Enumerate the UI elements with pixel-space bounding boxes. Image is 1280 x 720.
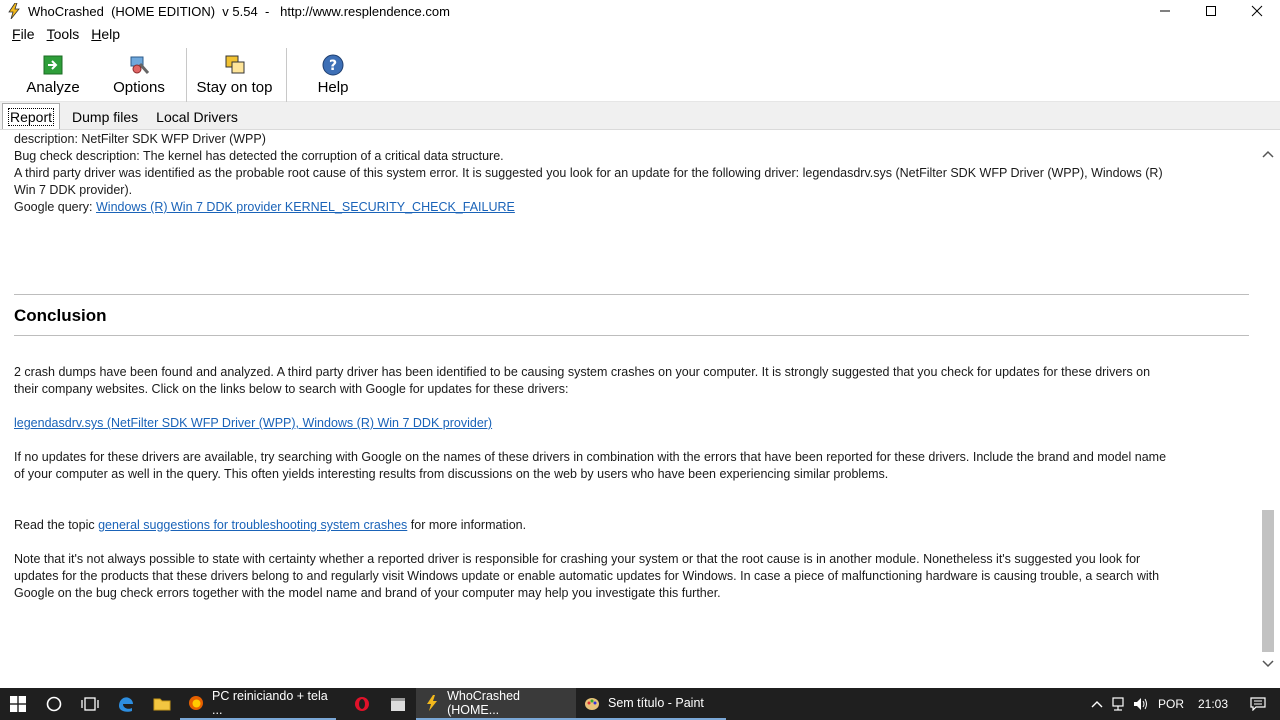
conclusion-paragraph-2: If no updates for these drivers are avai…	[14, 450, 1167, 464]
driver-search-link[interactable]: legendasdrv.sys (NetFilter SDK WFP Drive…	[14, 416, 492, 430]
tab-strip: Report Dump files Local Drivers	[0, 102, 1280, 130]
conclusion-heading: Conclusion	[14, 306, 107, 325]
title-bar[interactable]: WhoCrashed (HOME EDITION) v 5.54 - http:…	[0, 0, 1280, 22]
media-button[interactable]	[380, 688, 416, 720]
system-tray: POR 21:03	[1086, 688, 1280, 720]
taskbar-app-paint[interactable]: Sem título - Paint	[576, 688, 726, 720]
toolbar: Analyze Options Stay on top ? Help	[0, 46, 1280, 102]
close-button[interactable]	[1234, 0, 1280, 22]
conclusion-paragraph-1-cont: their company websites. Click on the lin…	[14, 382, 569, 396]
window-title: WhoCrashed (HOME EDITION) v 5.54 - http:…	[28, 3, 450, 19]
section-divider	[14, 294, 1249, 295]
menu-bar: File Tools Help	[0, 22, 1280, 46]
google-query-link[interactable]: Windows (R) Win 7 DDK provider KERNEL_SE…	[96, 200, 515, 214]
opera-icon	[355, 697, 369, 711]
report-third-party-line: A third party driver was identified as t…	[14, 166, 1163, 180]
task-view-icon	[81, 697, 99, 711]
menu-tools[interactable]: Tools	[41, 26, 86, 42]
analyze-button[interactable]: Analyze	[0, 46, 106, 102]
read-topic-line: Read the topic general suggestions for t…	[14, 518, 527, 532]
help-button[interactable]: ? Help	[287, 46, 379, 102]
stay-on-top-label: Stay on top	[196, 79, 273, 96]
svg-text:?: ?	[329, 58, 337, 74]
network-button[interactable]	[1108, 688, 1130, 720]
tray-overflow-button[interactable]	[1086, 688, 1108, 720]
minimize-button[interactable]	[1142, 0, 1188, 22]
stay-on-top-button[interactable]: Stay on top	[187, 46, 282, 102]
clapperboard-icon	[391, 698, 405, 711]
report-third-party-line-2: Win 7 DDK provider).	[14, 183, 133, 197]
whocrashed-icon	[424, 695, 439, 711]
maximize-button[interactable]	[1188, 0, 1234, 22]
report-bugcheck-line: Bug check description: The kernel has de…	[14, 149, 504, 163]
help-label: Help	[317, 79, 349, 96]
language-indicator[interactable]: POR	[1152, 697, 1190, 711]
note-paragraph-cont: updates for the products that these driv…	[14, 569, 1160, 583]
windows-logo-icon	[10, 696, 26, 712]
start-button[interactable]	[0, 688, 36, 720]
note-paragraph-cont-2: Google on the bug check errors together …	[14, 586, 721, 600]
cortana-circle-icon	[46, 696, 62, 712]
google-query-line: Google query: Windows (R) Win 7 DDK prov…	[14, 200, 515, 214]
scroll-down-button[interactable]	[1260, 656, 1276, 672]
scroll-up-button[interactable]	[1260, 146, 1276, 162]
report-description-line: description: NetFilter SDK WFP Driver (W…	[14, 132, 266, 146]
help-question-icon: ?	[322, 54, 344, 76]
report-content[interactable]: description: NetFilter SDK WFP Driver (W…	[0, 130, 1260, 688]
analyze-arrow-icon	[42, 54, 64, 76]
speaker-icon	[1134, 698, 1147, 710]
tab-report[interactable]: Report	[2, 103, 61, 129]
whocrashed-lightning-icon	[6, 3, 22, 19]
vertical-scrollbar[interactable]	[1260, 140, 1276, 676]
whocrashed-window: WhoCrashed (HOME EDITION) v 5.54 - http:…	[0, 0, 1280, 720]
options-tools-icon	[128, 54, 150, 76]
menu-help[interactable]: Help	[85, 26, 126, 42]
paint-icon	[584, 695, 600, 711]
conclusion-paragraph-1: 2 crash dumps have been found and analyz…	[14, 365, 1151, 379]
action-center-button[interactable]	[1236, 688, 1280, 720]
options-label: Options	[113, 79, 165, 96]
volume-button[interactable]	[1130, 688, 1152, 720]
cortana-button[interactable]	[36, 688, 72, 720]
analyze-label: Analyze	[26, 79, 80, 96]
scrollbar-thumb[interactable]	[1262, 510, 1274, 652]
stay-on-top-windows-icon	[224, 54, 246, 76]
edge-browser-icon	[119, 697, 133, 712]
note-paragraph: Note that it's not always possible to st…	[14, 552, 1141, 566]
clock[interactable]: 21:03	[1190, 697, 1236, 711]
folder-icon	[153, 698, 171, 711]
edge-button[interactable]	[108, 688, 144, 720]
chevron-up-icon	[1262, 150, 1274, 158]
close-icon	[1251, 5, 1263, 17]
taskbar-app-firefox[interactable]: PC reiniciando + tela ...	[180, 688, 336, 720]
tab-dump-files[interactable]: Dump files	[66, 105, 144, 129]
troubleshooting-link[interactable]: general suggestions for troubleshooting …	[98, 518, 407, 532]
task-view-button[interactable]	[72, 688, 108, 720]
opera-button[interactable]	[344, 688, 380, 720]
section-divider	[14, 335, 1249, 336]
conclusion-paragraph-2-cont: of your computer as well in the query. T…	[14, 467, 889, 481]
menu-file[interactable]: File	[6, 26, 41, 42]
firefox-icon	[188, 695, 204, 711]
minimize-icon	[1160, 10, 1170, 12]
tab-local-drivers[interactable]: Local Drivers	[150, 105, 244, 129]
chevron-up-icon	[1091, 701, 1103, 708]
file-explorer-button[interactable]	[144, 688, 180, 720]
maximize-icon	[1206, 6, 1216, 16]
network-icon	[1112, 697, 1124, 711]
windows-taskbar: PC reiniciando + tela ... WhoCrashed (HO…	[0, 688, 1280, 720]
taskbar-app-whocrashed[interactable]: WhoCrashed (HOME...	[416, 688, 576, 720]
options-button[interactable]: Options	[106, 46, 172, 102]
notification-icon	[1250, 697, 1266, 711]
chevron-down-icon	[1262, 660, 1274, 668]
